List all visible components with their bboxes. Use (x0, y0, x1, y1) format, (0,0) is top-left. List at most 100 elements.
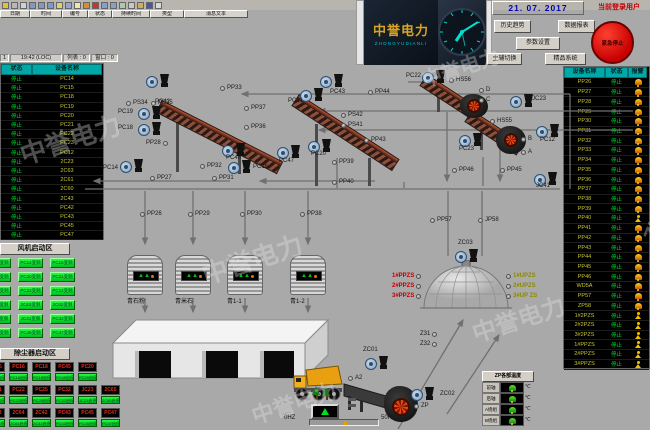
silo-1-level-indicator: ▲▲ (133, 271, 159, 281)
diagram-label-pp57: PP57 (430, 217, 452, 223)
label-text: PC18 (118, 125, 133, 131)
status-dot-icon[interactable] (348, 376, 353, 381)
status-dot-icon[interactable] (414, 404, 419, 409)
status-dot-icon[interactable] (506, 274, 511, 279)
tree-icon (322, 387, 331, 400)
diagram-label-3upzs: 3#UP ZS (506, 293, 537, 299)
label-text: PP29 (195, 211, 210, 217)
fan-hopper-icon-pc21[interactable] (300, 88, 324, 103)
diagram-label-pc14: PC14 (103, 165, 118, 171)
label-text: JC23 (532, 96, 546, 102)
zp-temperature-table: ZP各部温度 前轴℃后轴℃A绕组℃B绕组℃ (482, 371, 534, 426)
temp-status-icon (509, 407, 516, 413)
fan-hopper-icon-zc02[interactable] (411, 387, 435, 402)
silo-1[interactable]: ▲▲ (127, 255, 163, 295)
silo-3[interactable]: ▲▲ (227, 255, 263, 295)
status-dot-icon[interactable] (452, 168, 457, 173)
fan-hopper-icon-pc42[interactable] (146, 74, 170, 89)
label-text: PS42 (348, 112, 363, 118)
status-dot-icon[interactable] (479, 98, 484, 103)
label-text: PP40 (339, 179, 354, 185)
status-dot-icon[interactable] (140, 212, 145, 217)
zp-table-title: ZP各部温度 (482, 371, 534, 382)
label-text: Z31 (420, 331, 430, 337)
status-dot-icon[interactable] (500, 168, 505, 173)
status-dot-icon[interactable] (430, 218, 435, 223)
status-dot-icon[interactable] (300, 212, 305, 217)
label-text: PC23 (459, 146, 474, 152)
status-dot-icon[interactable] (150, 176, 155, 181)
label-text: A2 (355, 375, 362, 381)
diagram-label-2ppzs: 2#PPZS (392, 283, 421, 289)
status-dot-icon[interactable] (490, 119, 495, 124)
fan-hopper-icon-zc01[interactable] (365, 356, 389, 371)
status-dot-icon[interactable] (332, 180, 337, 185)
diagram-label-pp43: PP43 (364, 137, 386, 143)
status-dot-icon[interactable] (416, 274, 421, 279)
label-text: D (486, 87, 490, 93)
diagram-label-zc02: ZC02 (440, 391, 455, 397)
fan-hopper-icon-pc16[interactable] (228, 160, 252, 175)
fan-hopper-icon-pc18[interactable] (138, 122, 162, 137)
status-dot-icon[interactable] (341, 113, 346, 118)
status-dot-icon[interactable] (163, 141, 168, 146)
label-text: PP32 (207, 163, 222, 169)
diagram-label-pc47: PC47 (279, 158, 294, 164)
status-dot-icon[interactable] (200, 164, 205, 169)
status-dot-icon[interactable] (432, 332, 437, 337)
diagram-label-jp58: JP58 (478, 217, 499, 223)
status-dot-icon[interactable] (212, 176, 217, 181)
fan-hopper-icon-pc22[interactable] (422, 70, 446, 85)
diagram-label-zc01: ZC01 (363, 347, 378, 353)
status-dot-icon[interactable] (240, 212, 245, 217)
diagram-label-pp37: PP37 (244, 105, 266, 111)
label-text: ZC02 (440, 391, 455, 397)
fan-hopper-icon-pc43[interactable] (320, 74, 344, 89)
status-dot-icon[interactable] (416, 294, 421, 299)
status-dot-icon[interactable] (432, 342, 437, 347)
status-dot-icon[interactable] (332, 160, 337, 165)
status-dot-icon[interactable] (506, 284, 511, 289)
diagram-label-pp33: PP33 (220, 85, 242, 91)
status-dot-icon[interactable] (506, 294, 511, 299)
status-dot-icon[interactable] (416, 284, 421, 289)
temp-unit: ℃ (524, 382, 531, 393)
label-text: PC12 (540, 137, 555, 143)
status-dot-icon[interactable] (341, 123, 346, 128)
status-dot-icon[interactable] (151, 101, 156, 106)
zp-temp-row: B绕组℃ (482, 415, 534, 426)
diagram-label-pc21: PC21 (288, 98, 303, 104)
zp-temp-row: 后轴℃ (482, 393, 534, 404)
diagram-label-pp38: PP38 (300, 211, 322, 217)
status-dot-icon[interactable] (244, 125, 249, 130)
silo-4[interactable]: ▲▲ (290, 255, 326, 295)
label-text: ZC03 (458, 240, 473, 246)
label-text: 3#PPZS (392, 293, 414, 299)
tree-icon (312, 386, 321, 399)
status-dot-icon[interactable] (244, 106, 249, 111)
silo-2[interactable]: ▲▲ (175, 255, 211, 295)
diagram-label-pc20: PC20 (311, 151, 326, 157)
status-dot-icon[interactable] (220, 86, 225, 91)
fan-hopper-icon-pc19[interactable] (138, 106, 162, 121)
label-text: PP31 (219, 175, 234, 181)
status-dot-icon[interactable] (521, 137, 526, 142)
fan-hopper-icon-jc23[interactable] (510, 94, 534, 109)
label-text: PP43 (371, 137, 386, 143)
status-dot-icon[interactable] (126, 101, 131, 106)
status-dot-icon[interactable] (449, 78, 454, 83)
status-dot-icon[interactable] (521, 150, 526, 155)
label-text: PP26 (147, 211, 162, 217)
status-dot-icon[interactable] (478, 218, 483, 223)
label-text: PC14 (103, 165, 118, 171)
fan-hopper-icon-zc03[interactable] (455, 249, 479, 264)
status-dot-icon[interactable] (364, 138, 369, 143)
status-dot-icon[interactable] (188, 212, 193, 217)
label-text: 2#UPZS (513, 283, 536, 289)
status-dot-icon[interactable] (368, 90, 373, 95)
diagram-label-pc16: PC16 (253, 164, 268, 170)
label-text: PC20 (311, 151, 326, 157)
status-dot-icon[interactable] (479, 88, 484, 93)
label-text: PP39 (339, 159, 354, 165)
fan-hopper-icon-pc14[interactable] (120, 159, 144, 174)
